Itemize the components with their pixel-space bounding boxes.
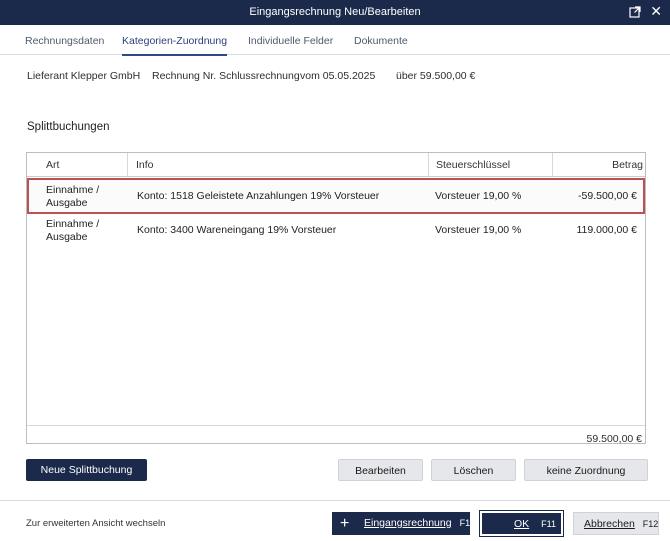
tab-individuelle-felder[interactable]: Individuelle Felder <box>248 35 333 47</box>
supplier-name: Lieferant Klepper GmbH <box>27 70 141 82</box>
table-row[interactable]: Einnahme / Ausgabe Konto: 3400 Wareneing… <box>27 214 645 250</box>
section-title: Splittbuchungen <box>27 121 110 133</box>
column-divider <box>552 153 553 177</box>
split-bookings-table: Art Info Steuerschlüssel Betrag Einnahme… <box>26 152 646 444</box>
switch-view-link[interactable]: Zur erweiterten Ansicht wechseln <box>26 518 165 529</box>
tab-dokumente[interactable]: Dokumente <box>354 35 408 47</box>
table-footer-divider <box>27 425 645 426</box>
edit-button[interactable]: Bearbeiten <box>338 459 423 481</box>
close-icon[interactable]: ✕ <box>650 4 662 18</box>
column-divider <box>428 153 429 177</box>
tab-rechnungsdaten[interactable]: Rechnungsdaten <box>25 35 104 47</box>
row-type-line1: Einnahme / <box>46 218 100 230</box>
window-title: Eingangsrechnung Neu/Bearbeiten <box>249 6 421 18</box>
table-row[interactable]: Einnahme / Ausgabe Konto: 1518 Geleistet… <box>27 178 645 214</box>
row-info: Konto: 3400 Wareneingang 19% Vorsteuer <box>137 224 337 236</box>
table-total: 59.500,00 € <box>586 433 642 445</box>
invoice-number: Rechnung Nr. Schlussrechnung <box>152 70 300 82</box>
column-header-tax[interactable]: Steuerschlüssel <box>436 159 510 171</box>
row-type-line2: Ausgabe <box>46 197 88 209</box>
row-tax: Vorsteuer 19,00 % <box>435 190 522 202</box>
cancel-label: Abbrechen <box>584 518 635 530</box>
row-type-line2: Ausgabe <box>46 231 88 243</box>
row-amount: -59.500,00 € <box>578 190 637 202</box>
cancel-button[interactable]: Abbrechen F12 <box>573 512 659 535</box>
table-header: Art Info Steuerschlüssel Betrag <box>27 153 645 177</box>
row-info: Konto: 1518 Geleistete Anzahlungen 19% V… <box>137 190 380 202</box>
new-split-booking-button[interactable]: Neue Splittbuchung <box>26 459 147 481</box>
ok-button[interactable]: OK F11 <box>479 510 564 537</box>
plus-icon: + <box>340 515 350 532</box>
invoice-date: vom 05.05.2025 <box>300 70 376 82</box>
title-bar: Eingangsrechnung Neu/Bearbeiten ✕ <box>0 0 670 25</box>
column-header-art[interactable]: Art <box>46 159 59 171</box>
delete-button[interactable]: Löschen <box>431 459 516 481</box>
row-type-line1: Einnahme / <box>46 184 100 196</box>
column-header-info[interactable]: Info <box>136 159 154 171</box>
ok-label: OK <box>514 518 530 530</box>
new-incoming-invoice-button[interactable]: + Eingangsrechnung F10 <box>332 512 475 535</box>
column-header-amount[interactable]: Betrag <box>612 159 643 171</box>
dialog-footer: Zur erweiterten Ansicht wechseln + Einga… <box>0 500 670 541</box>
external-window-icon[interactable] <box>629 6 641 18</box>
row-amount: 119.000,00 € <box>576 224 637 236</box>
shortcut-f12: F12 <box>642 519 659 529</box>
incoming-invoice-label: Eingangsrechnung <box>364 517 452 529</box>
shortcut-f11: F11 <box>541 519 557 529</box>
invoice-amount: über 59.500,00 € <box>396 70 476 82</box>
shortcut-f10: F10 <box>459 518 476 528</box>
column-divider <box>127 153 128 177</box>
row-tax: Vorsteuer 19,00 % <box>435 224 522 236</box>
tab-bar: Rechnungsdaten Kategorien-Zuordnung Indi… <box>0 25 670 56</box>
no-assignment-button[interactable]: keine Zuordnung <box>524 459 648 481</box>
tab-kategorien-zuordnung[interactable]: Kategorien-Zuordnung <box>122 35 228 56</box>
